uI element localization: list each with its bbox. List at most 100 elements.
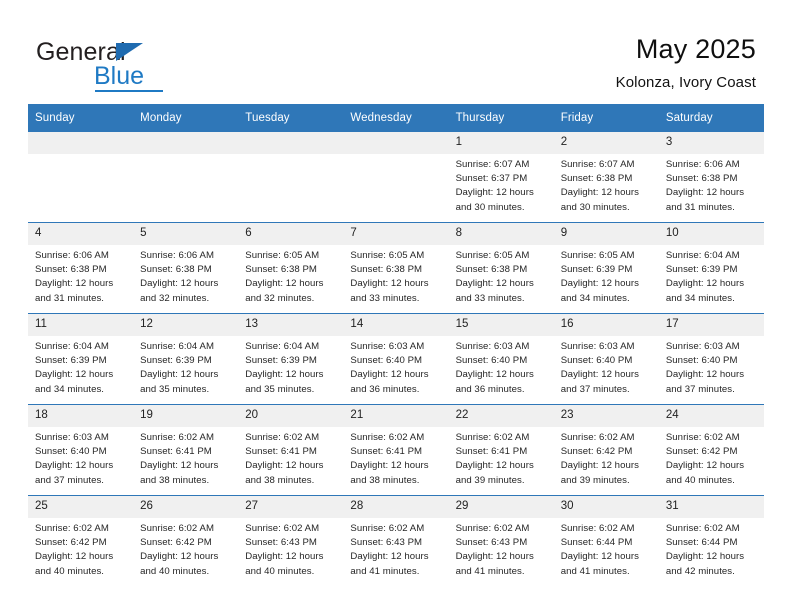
calendar-day-cell[interactable]: 24 Sunrise: 6:02 AM Sunset: 6:42 PM Dayligh… bbox=[658, 404, 764, 496]
sunset-text: Sunset: 6:39 PM bbox=[560, 264, 633, 276]
daylight-text: Daylight: 12 hours and 41 minutes. bbox=[455, 551, 534, 577]
sunset-text: Sunset: 6:39 PM bbox=[35, 355, 107, 367]
daylight-text: Daylight: 12 hours and 39 minutes. bbox=[560, 460, 639, 486]
calendar-day-cell[interactable]: 5 Sunrise: 6:06 AM Sunset: 6:38 PM Daylight… bbox=[133, 222, 239, 314]
calendar-day-cell[interactable]: 14 Sunrise: 6:03 AM Sunset: 6:40 PM Dayligh… bbox=[343, 313, 449, 405]
sunset-text: Sunset: 6:37 PM bbox=[455, 173, 528, 185]
calendar-page: General Blue May 2025 Kolonza, Ivory Coa… bbox=[0, 0, 792, 612]
calendar-day-cell[interactable]: 10 Sunrise: 6:04 AM Sunset: 6:39 PM Dayligh… bbox=[658, 222, 764, 314]
calendar-day-cell[interactable]: 22 Sunrise: 6:02 AM Sunset: 6:41 PM Dayligh… bbox=[448, 404, 554, 496]
day-details: Sunrise: 6:02 AM Sunset: 6:42 PM Daylight:… bbox=[133, 518, 238, 579]
calendar-week-row: 18 Sunrise: 6:03 AM Sunset: 6:40 PM Dayligh… bbox=[28, 404, 764, 496]
day-details: Sunrise: 6:05 AM Sunset: 6:38 PM Daylight:… bbox=[449, 245, 554, 306]
calendar-day-cell[interactable]: 27 Sunrise: 6:02 AM Sunset: 6:43 PM Dayligh… bbox=[238, 495, 344, 586]
calendar-day-cell[interactable]: 20 Sunrise: 6:02 AM Sunset: 6:41 PM Dayligh… bbox=[238, 404, 344, 496]
calendar-day-cell[interactable]: 21 Sunrise: 6:02 AM Sunset: 6:41 PM Dayligh… bbox=[343, 404, 449, 496]
calendar-day-cell[interactable]: 13 Sunrise: 6:04 AM Sunset: 6:39 PM Dayligh… bbox=[238, 313, 344, 405]
day-number: 23 bbox=[553, 405, 659, 427]
calendar-day-cell[interactable]: 30 Sunrise: 6:02 AM Sunset: 6:44 PM Dayligh… bbox=[553, 495, 659, 586]
calendar-day-cell[interactable]: 6 Sunrise: 6:05 AM Sunset: 6:38 PM Daylight… bbox=[238, 222, 344, 314]
daylight-text: Daylight: 12 hours and 40 minutes. bbox=[140, 551, 219, 577]
sunrise-text: Sunrise: 6:02 AM bbox=[140, 432, 214, 443]
day-details: Sunrise: 6:02 AM Sunset: 6:41 PM Daylight:… bbox=[343, 427, 448, 488]
day-number bbox=[238, 132, 344, 154]
weekday-header-sunday: Sunday bbox=[28, 104, 134, 132]
sunrise-text: Sunrise: 6:06 AM bbox=[35, 250, 109, 261]
daylight-text: Daylight: 12 hours and 40 minutes. bbox=[245, 551, 324, 577]
calendar-day-cell[interactable]: 2 Sunrise: 6:07 AM Sunset: 6:38 PM Daylight… bbox=[553, 132, 659, 223]
day-number: 8 bbox=[448, 223, 554, 245]
calendar-day-cell-empty bbox=[238, 132, 344, 223]
day-details: Sunrise: 6:07 AM Sunset: 6:38 PM Daylight:… bbox=[554, 154, 659, 215]
daylight-text: Daylight: 12 hours and 42 minutes. bbox=[665, 551, 745, 577]
day-number: 1 bbox=[448, 132, 554, 154]
calendar-day-cell[interactable]: 23 Sunrise: 6:02 AM Sunset: 6:42 PM Dayligh… bbox=[553, 404, 659, 496]
sunset-text: Sunset: 6:40 PM bbox=[35, 446, 107, 458]
sunrise-text: Sunrise: 6:04 AM bbox=[665, 250, 740, 261]
calendar-day-cell[interactable]: 31 Sunrise: 6:02 AM Sunset: 6:44 PM Dayligh… bbox=[658, 495, 764, 586]
logo-triangle-icon bbox=[116, 43, 143, 61]
sunrise-text: Sunrise: 6:03 AM bbox=[455, 341, 530, 352]
day-number: 25 bbox=[28, 496, 134, 518]
sunrise-sunset-calendar: Sunday Monday Tuesday Wednesday Thursday… bbox=[28, 104, 764, 586]
sunrise-text: Sunrise: 6:06 AM bbox=[140, 250, 214, 261]
sunrise-text: Sunrise: 6:05 AM bbox=[560, 250, 635, 261]
day-details: Sunrise: 6:05 AM Sunset: 6:38 PM Daylight:… bbox=[238, 245, 343, 306]
calendar-day-cell[interactable]: 16 Sunrise: 6:03 AM Sunset: 6:40 PM Dayligh… bbox=[553, 313, 659, 405]
daylight-text: Daylight: 12 hours and 38 minutes. bbox=[350, 460, 429, 486]
day-number: 17 bbox=[658, 314, 764, 336]
sunrise-text: Sunrise: 6:05 AM bbox=[350, 250, 425, 261]
calendar-day-cell[interactable]: 26 Sunrise: 6:02 AM Sunset: 6:42 PM Dayligh… bbox=[133, 495, 239, 586]
day-details: Sunrise: 6:04 AM Sunset: 6:39 PM Daylight:… bbox=[133, 336, 238, 397]
daylight-text: Daylight: 12 hours and 30 minutes. bbox=[455, 187, 534, 213]
day-details: Sunrise: 6:05 AM Sunset: 6:38 PM Daylight:… bbox=[343, 245, 448, 306]
sunrise-text: Sunrise: 6:07 AM bbox=[455, 159, 530, 170]
day-number: 26 bbox=[133, 496, 239, 518]
weekday-header-wednesday: Wednesday bbox=[343, 104, 449, 132]
calendar-day-cell[interactable]: 8 Sunrise: 6:05 AM Sunset: 6:38 PM Daylight… bbox=[448, 222, 554, 314]
calendar-body: 1 Sunrise: 6:07 AM Sunset: 6:37 PM Daylight… bbox=[28, 132, 764, 586]
calendar-day-cell[interactable]: 18 Sunrise: 6:03 AM Sunset: 6:40 PM Dayligh… bbox=[28, 404, 134, 496]
day-number bbox=[343, 132, 449, 154]
weekday-header-monday: Monday bbox=[133, 104, 239, 132]
calendar-day-cell[interactable]: 17 Sunrise: 6:03 AM Sunset: 6:40 PM Dayligh… bbox=[658, 313, 764, 405]
calendar-day-cell[interactable]: 19 Sunrise: 6:02 AM Sunset: 6:41 PM Dayligh… bbox=[133, 404, 239, 496]
sunset-text: Sunset: 6:42 PM bbox=[140, 537, 212, 549]
day-details: Sunrise: 6:03 AM Sunset: 6:40 PM Daylight:… bbox=[554, 336, 659, 397]
calendar-day-cell[interactable]: 12 Sunrise: 6:04 AM Sunset: 6:39 PM Dayligh… bbox=[133, 313, 239, 405]
day-number: 2 bbox=[553, 132, 659, 154]
sunset-text: Sunset: 6:39 PM bbox=[245, 355, 317, 367]
calendar-day-cell[interactable]: 25 Sunrise: 6:02 AM Sunset: 6:42 PM Dayligh… bbox=[28, 495, 134, 586]
day-number: 10 bbox=[658, 223, 764, 245]
calendar-day-cell-empty bbox=[133, 132, 239, 223]
calendar-day-cell[interactable]: 3 Sunrise: 6:06 AM Sunset: 6:38 PM Daylight… bbox=[658, 132, 764, 223]
general-blue-logo[interactable]: General Blue bbox=[36, 38, 246, 94]
sunrise-text: Sunrise: 6:02 AM bbox=[455, 523, 530, 534]
calendar-day-cell[interactable]: 28 Sunrise: 6:02 AM Sunset: 6:43 PM Dayligh… bbox=[343, 495, 449, 586]
calendar-day-cell[interactable]: 1 Sunrise: 6:07 AM Sunset: 6:37 PM Daylight… bbox=[448, 132, 554, 223]
sunset-text: Sunset: 6:41 PM bbox=[245, 446, 317, 458]
day-number: 5 bbox=[133, 223, 239, 245]
calendar-day-cell[interactable]: 11 Sunrise: 6:04 AM Sunset: 6:39 PM Dayligh… bbox=[28, 313, 134, 405]
sunset-text: Sunset: 6:44 PM bbox=[665, 537, 738, 549]
sunrise-text: Sunrise: 6:04 AM bbox=[245, 341, 320, 352]
sunset-text: Sunset: 6:40 PM bbox=[350, 355, 423, 367]
sunrise-text: Sunrise: 6:02 AM bbox=[665, 523, 740, 534]
daylight-text: Daylight: 12 hours and 33 minutes. bbox=[455, 278, 534, 304]
weekday-header-saturday: Saturday bbox=[658, 104, 764, 132]
day-number: 28 bbox=[343, 496, 449, 518]
sunset-text: Sunset: 6:44 PM bbox=[560, 537, 633, 549]
calendar-day-cell[interactable]: 29 Sunrise: 6:02 AM Sunset: 6:43 PM Dayligh… bbox=[448, 495, 554, 586]
calendar-week-row: 25 Sunrise: 6:02 AM Sunset: 6:42 PM Dayligh… bbox=[28, 495, 764, 586]
sunset-text: Sunset: 6:38 PM bbox=[35, 264, 107, 276]
sunset-text: Sunset: 6:43 PM bbox=[455, 537, 528, 549]
day-number: 30 bbox=[553, 496, 659, 518]
day-details: Sunrise: 6:04 AM Sunset: 6:39 PM Daylight:… bbox=[659, 245, 764, 306]
day-details: Sunrise: 6:02 AM Sunset: 6:44 PM Daylight:… bbox=[554, 518, 659, 579]
calendar-day-cell[interactable]: 7 Sunrise: 6:05 AM Sunset: 6:38 PM Daylight… bbox=[343, 222, 449, 314]
calendar-day-cell[interactable]: 9 Sunrise: 6:05 AM Sunset: 6:39 PM Daylight… bbox=[553, 222, 659, 314]
sunset-text: Sunset: 6:39 PM bbox=[665, 264, 738, 276]
calendar-day-cell[interactable]: 15 Sunrise: 6:03 AM Sunset: 6:40 PM Dayligh… bbox=[448, 313, 554, 405]
day-number bbox=[133, 132, 239, 154]
calendar-day-cell[interactable]: 4 Sunrise: 6:06 AM Sunset: 6:38 PM Daylight… bbox=[28, 222, 134, 314]
